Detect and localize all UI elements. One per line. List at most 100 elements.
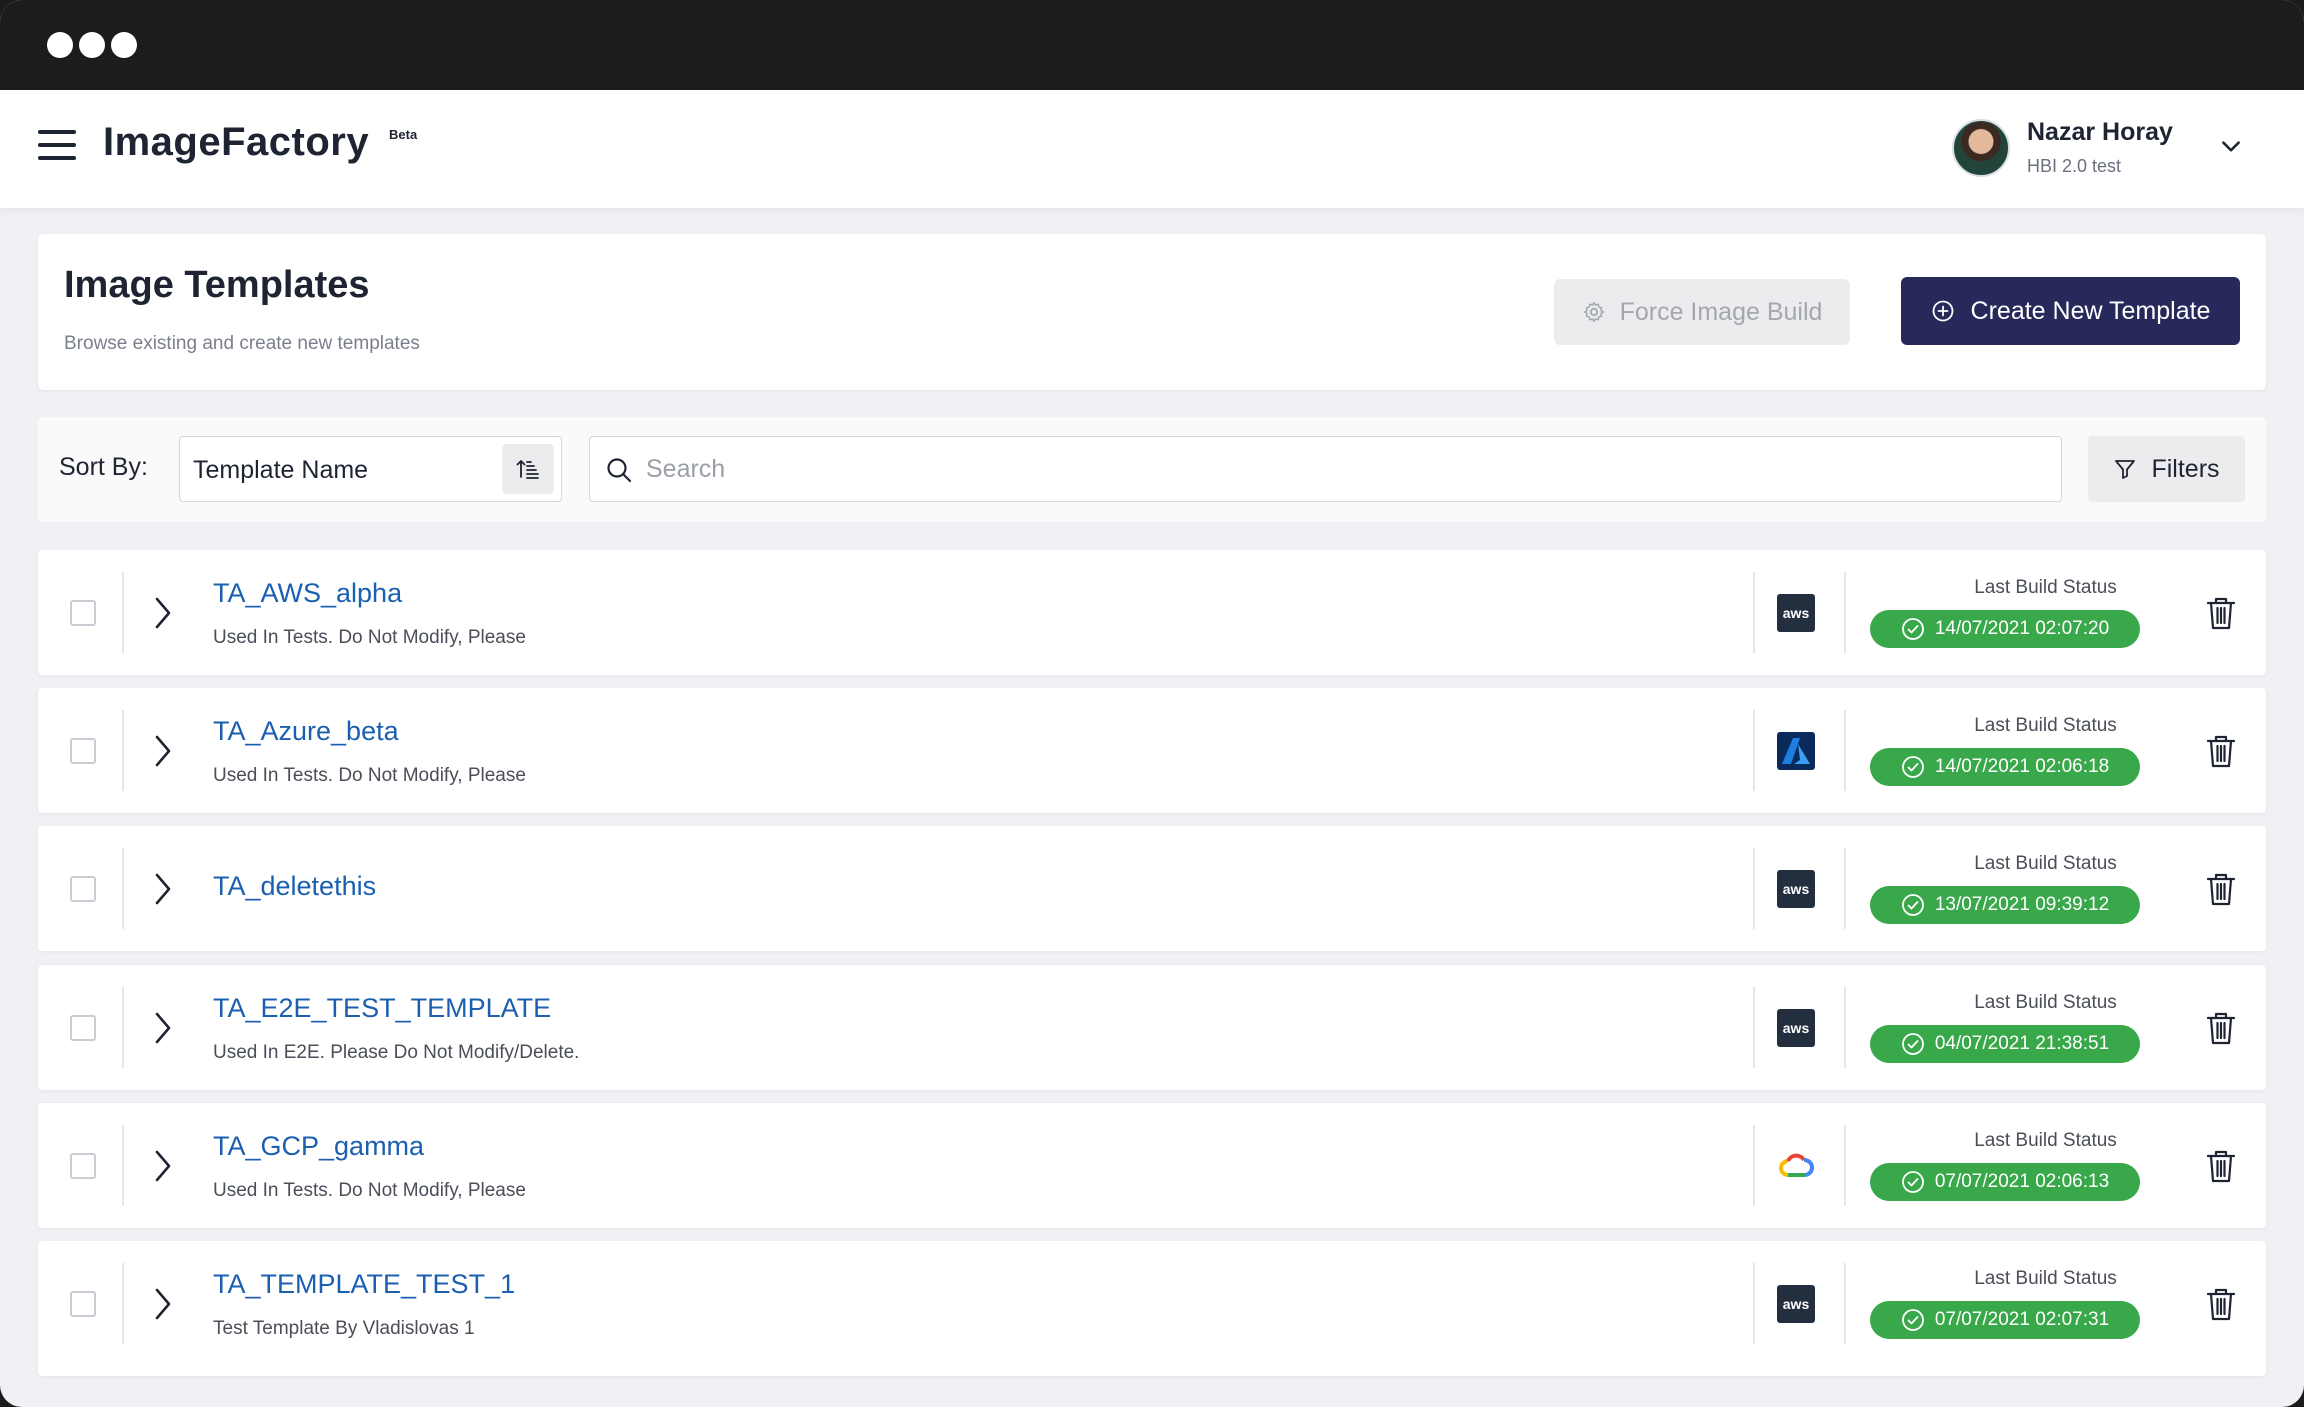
aws-logo: aws (1777, 594, 1815, 632)
last-build-time: 07/07/2021 02:06:13 (1934, 1171, 2110, 1192)
template-row[interactable]: TA_Azure_beta Used In Tests. Do Not Modi… (38, 688, 2266, 813)
divider (1753, 1125, 1755, 1206)
filters-label: Filters (2151, 454, 2220, 483)
row-checkbox[interactable] (70, 1291, 96, 1317)
last-build-time: 13/07/2021 09:39:12 (1934, 894, 2110, 915)
page-header: Image Templates Browse existing and crea… (38, 234, 2266, 390)
trash-icon[interactable] (2205, 871, 2237, 907)
beta-badge: Beta (389, 127, 418, 142)
user-menu[interactable]: Nazar Horay HBI 2.0 test (1952, 116, 2244, 182)
status-label: Last Build Status (1974, 1268, 2117, 1289)
status-badge: 13/07/2021 09:39:12 (1870, 886, 2140, 924)
last-build-time: 14/07/2021 02:06:18 (1934, 756, 2110, 777)
divider (1753, 572, 1755, 653)
divider (1844, 987, 1846, 1068)
create-new-template-button[interactable]: Create New Template (1901, 277, 2240, 345)
template-row[interactable]: TA_GCP_gamma Used In Tests. Do Not Modif… (38, 1103, 2266, 1228)
divider (122, 1125, 124, 1206)
chevron-right-icon[interactable] (150, 1148, 176, 1184)
chevron-right-icon[interactable] (150, 733, 176, 769)
template-description: Used In Tests. Do Not Modify, Please (213, 627, 526, 648)
status-label: Last Build Status (1974, 577, 2117, 598)
divider (122, 710, 124, 791)
sort-value: Template Name (193, 456, 369, 484)
check-circle-icon (1901, 1309, 1924, 1331)
template-name[interactable]: TA_GCP_gamma (213, 1131, 424, 1162)
search-input[interactable] (646, 447, 2046, 491)
template-row[interactable]: TA_AWS_alpha Used In Tests. Do Not Modif… (38, 550, 2266, 675)
template-name[interactable]: TA_deletethis (213, 871, 376, 902)
trash-icon[interactable] (2205, 1286, 2237, 1322)
aws-logo: aws (1777, 1009, 1815, 1047)
page-subtitle: Browse existing and create new templates (64, 333, 420, 354)
user-org: HBI 2.0 test (2027, 156, 2122, 176)
divider (122, 572, 124, 653)
template-description: Used In Tests. Do Not Modify, Please (213, 1180, 526, 1201)
row-checkbox[interactable] (70, 1153, 96, 1179)
divider (1753, 848, 1755, 929)
trash-icon[interactable] (2205, 595, 2237, 631)
status-badge: 07/07/2021 02:07:31 (1870, 1301, 2140, 1339)
sort-label: Sort By: (59, 453, 148, 481)
template-description: Used In Tests. Do Not Modify, Please (213, 765, 526, 786)
window-titlebar (0, 0, 2304, 90)
row-checkbox[interactable] (70, 738, 96, 764)
status-label: Last Build Status (1974, 853, 2117, 874)
divider (1844, 710, 1846, 791)
sort-direction-button[interactable] (502, 444, 554, 494)
chevron-down-icon[interactable] (2218, 134, 2244, 160)
filters-button[interactable]: Filters (2088, 436, 2245, 502)
template-row[interactable]: TA_TEMPLATE_TEST_1 Test Template By Vlad… (38, 1241, 2266, 1376)
template-row[interactable]: TA_E2E_TEST_TEMPLATE Used In E2E. Please… (38, 965, 2266, 1090)
divider (122, 987, 124, 1068)
force-image-build-button[interactable]: Force Image Build (1554, 279, 1850, 345)
user-name: Nazar Horay (2027, 118, 2173, 146)
row-checkbox[interactable] (70, 876, 96, 902)
row-checkbox[interactable] (70, 600, 96, 626)
app-window: ImageFactory Beta Nazar Horay HBI 2.0 te… (0, 0, 2304, 1407)
aws-logo: aws (1777, 870, 1815, 908)
last-build-time: 07/07/2021 02:07:31 (1934, 1309, 2110, 1330)
app-brand[interactable]: ImageFactory (103, 120, 369, 165)
divider (1844, 1125, 1846, 1206)
azure-logo (1777, 732, 1815, 770)
template-name[interactable]: TA_AWS_alpha (213, 578, 402, 609)
window-dot[interactable] (79, 32, 105, 58)
chevron-right-icon[interactable] (150, 871, 176, 907)
search-field[interactable] (589, 436, 2062, 502)
status-label: Last Build Status (1974, 715, 2117, 736)
template-name[interactable]: TA_E2E_TEST_TEMPLATE (213, 993, 551, 1024)
status-badge: 14/07/2021 02:07:20 (1870, 610, 2140, 648)
plus-circle-icon (1932, 300, 1953, 322)
row-checkbox[interactable] (70, 1015, 96, 1041)
chevron-right-icon[interactable] (150, 595, 176, 631)
trash-icon[interactable] (2205, 733, 2237, 769)
window-dot[interactable] (111, 32, 137, 58)
window-dot[interactable] (47, 32, 73, 58)
check-circle-icon (1901, 894, 1924, 916)
page-title: Image Templates (64, 264, 370, 306)
gear-icon (1583, 301, 1604, 323)
status-badge: 04/07/2021 21:38:51 (1870, 1025, 2140, 1063)
chevron-right-icon[interactable] (150, 1286, 176, 1322)
check-circle-icon (1901, 1033, 1924, 1055)
check-circle-icon (1901, 618, 1924, 640)
menu-icon[interactable] (38, 130, 76, 162)
sort-ascending-icon (516, 460, 539, 479)
divider (122, 848, 124, 929)
template-name[interactable]: TA_Azure_beta (213, 716, 399, 747)
app-bar: ImageFactory Beta Nazar Horay HBI 2.0 te… (0, 90, 2304, 208)
divider (1844, 1263, 1846, 1344)
template-row[interactable]: TA_deletethis aws Last Build Status 13/0… (38, 826, 2266, 951)
list-toolbar: Sort By: Template Name Filters (38, 417, 2266, 522)
trash-icon[interactable] (2205, 1010, 2237, 1046)
template-description: Used In E2E. Please Do Not Modify/Delete… (213, 1042, 580, 1063)
trash-icon[interactable] (2205, 1148, 2237, 1184)
template-name[interactable]: TA_TEMPLATE_TEST_1 (213, 1269, 515, 1300)
check-circle-icon (1901, 756, 1924, 778)
sort-select[interactable]: Template Name (179, 436, 562, 502)
chevron-right-icon[interactable] (150, 1010, 176, 1046)
divider (1753, 710, 1755, 791)
divider (1753, 1263, 1755, 1344)
search-icon (607, 458, 632, 483)
